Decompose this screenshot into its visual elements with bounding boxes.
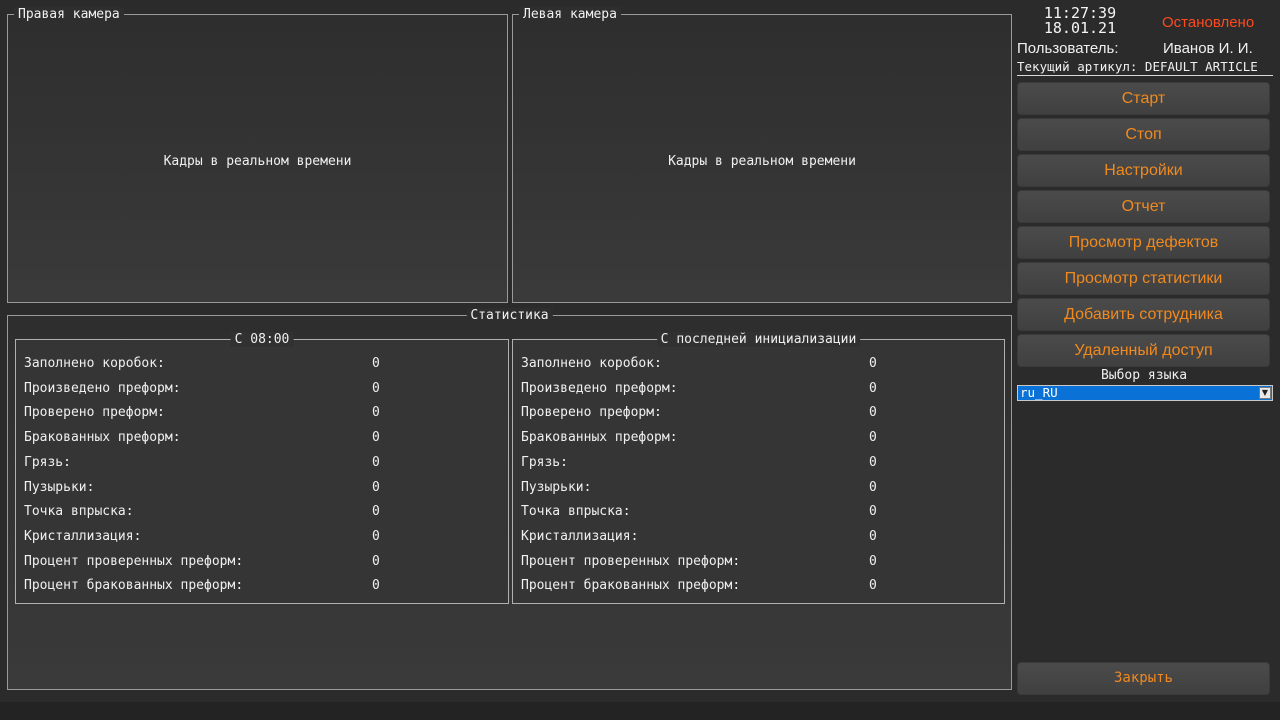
- remote-access-button[interactable]: Удаленный доступ: [1017, 334, 1270, 367]
- stat-row: Пузырьки: 0: [24, 478, 384, 498]
- settings-button[interactable]: Настройки: [1017, 154, 1270, 187]
- stat-label: Точка впрыска:: [521, 504, 631, 520]
- stat-value: 0: [372, 380, 380, 396]
- stat-label: Процент проверенных преформ:: [24, 553, 244, 569]
- left-camera-panel: Левая камера Кадры в реальном времени: [512, 7, 1012, 303]
- stat-value: 0: [372, 430, 380, 446]
- report-button[interactable]: Отчет: [1017, 190, 1270, 223]
- stat-value: 0: [869, 553, 877, 569]
- stat-value: 0: [372, 454, 380, 470]
- stat-value: 0: [372, 578, 380, 594]
- control-sidebar: 11:27:39 18.01.21 Остановлено Пользовате…: [1016, 0, 1274, 702]
- stat-label: Процент бракованных преформ:: [521, 578, 741, 594]
- stat-label: Грязь:: [24, 454, 71, 470]
- stat-row: Бракованных преформ: 0: [521, 428, 881, 448]
- start-button[interactable]: Старт: [1017, 82, 1270, 115]
- stat-row: Грязь: 0: [24, 453, 384, 473]
- stat-value: 0: [372, 479, 380, 495]
- view-defects-button[interactable]: Просмотр дефектов: [1017, 226, 1270, 259]
- clock: 11:27:39 18.01.21: [1042, 6, 1118, 36]
- user-label: Пользователь:: [1017, 40, 1119, 57]
- stat-value: 0: [869, 454, 877, 470]
- language-label: Выбор языка: [1100, 368, 1188, 383]
- stat-row: Проверено преформ: 0: [24, 403, 384, 423]
- user-name: Иванов И. И.: [1163, 40, 1253, 57]
- left-camera-title: Левая камера: [519, 7, 621, 22]
- stats-since-init-title: С последней инициализации: [656, 332, 861, 347]
- stat-label: Грязь:: [521, 454, 568, 470]
- stat-row: Произведено преформ: 0: [521, 379, 881, 399]
- stat-row: Бракованных преформ: 0: [24, 428, 384, 448]
- stat-row: Процент бракованных преформ: 0: [24, 576, 384, 596]
- stat-row: Проверено преформ: 0: [521, 403, 881, 423]
- stat-row: Кристаллизация: 0: [24, 527, 384, 547]
- left-camera-placeholder: Кадры в реальном времени: [668, 154, 856, 169]
- stat-value: 0: [869, 380, 877, 396]
- stat-row: Заполнено коробок: 0: [24, 354, 384, 374]
- stats-since-shift-title: С 08:00: [230, 332, 294, 347]
- stat-label: Точка впрыска:: [24, 504, 134, 520]
- statistics-title: Статистика: [466, 308, 553, 323]
- add-employee-button[interactable]: Добавить сотрудника: [1017, 298, 1270, 331]
- stat-value: 0: [372, 405, 380, 421]
- right-camera-title: Правая камера: [14, 7, 124, 22]
- stat-label: Бракованных преформ:: [24, 430, 181, 446]
- clock-date: 18.01.21: [1043, 19, 1117, 37]
- stat-label: Пузырьки:: [24, 479, 95, 495]
- stat-row: Процент бракованных преформ: 0: [521, 576, 881, 596]
- stat-value: 0: [372, 528, 380, 544]
- statistics-panel: Статистика С 08:00 Заполнено коробок: 0 П…: [7, 308, 1012, 690]
- right-camera-placeholder: Кадры в реальном времени: [163, 154, 352, 169]
- stat-value: 0: [372, 504, 380, 520]
- stat-row: Пузырьки: 0: [521, 478, 881, 498]
- stat-label: Бракованных преформ:: [521, 430, 678, 446]
- stat-label: Произведено преформ:: [24, 380, 181, 396]
- stat-value: 0: [869, 430, 877, 446]
- stat-row: Произведено преформ: 0: [24, 379, 384, 399]
- stat-row: Точка впрыска: 0: [521, 502, 881, 522]
- stat-row: Заполнено коробок: 0: [521, 354, 881, 374]
- stat-value: 0: [372, 553, 380, 569]
- stat-value: 0: [869, 356, 877, 371]
- stats-since-init-panel: С последней инициализации Заполнено коро…: [512, 332, 1005, 604]
- stat-row: Грязь: 0: [521, 453, 881, 473]
- stat-label: Произведено преформ:: [521, 380, 678, 396]
- right-camera-panel: Правая камера Кадры в реальном времени: [7, 7, 508, 303]
- stat-row: Точка впрыска: 0: [24, 502, 384, 522]
- stat-row: Процент проверенных преформ: 0: [24, 552, 384, 572]
- stat-value: 0: [869, 504, 877, 520]
- stat-row: Процент проверенных преформ: 0: [521, 552, 881, 572]
- stat-value: 0: [869, 479, 877, 495]
- stat-label: Заполнено коробок:: [521, 356, 662, 371]
- language-select[interactable]: ru_RU ▼: [1017, 385, 1273, 401]
- stats-since-shift-panel: С 08:00 Заполнено коробок: 0 Произведено …: [15, 332, 509, 604]
- stat-label: Проверено преформ:: [521, 405, 662, 421]
- language-select-value: ru_RU: [1020, 385, 1058, 400]
- stat-value: 0: [869, 405, 877, 421]
- view-statistics-button[interactable]: Просмотр статистики: [1017, 262, 1270, 295]
- status-indicator: Остановлено: [1162, 14, 1255, 31]
- stat-label: Пузырьки:: [521, 479, 592, 495]
- chevron-down-icon[interactable]: ▼: [1259, 387, 1271, 399]
- stat-value: 0: [372, 356, 380, 371]
- close-button[interactable]: Закрыть: [1017, 662, 1270, 695]
- stat-label: Кристаллизация:: [521, 528, 639, 544]
- bottom-strip: [0, 702, 1280, 720]
- stat-value: 0: [869, 578, 877, 594]
- current-article: Текущий артикул: DEFAULT ARTICLE: [1017, 59, 1273, 76]
- stat-label: Проверено преформ:: [24, 405, 165, 421]
- stat-label: Процент проверенных преформ:: [521, 553, 741, 569]
- stop-button[interactable]: Стоп: [1017, 118, 1270, 151]
- stat-value: 0: [869, 528, 877, 544]
- stat-label: Процент бракованных преформ:: [24, 578, 244, 594]
- stat-row: Кристаллизация: 0: [521, 527, 881, 547]
- stat-label: Кристаллизация:: [24, 528, 142, 544]
- stat-label: Заполнено коробок:: [24, 356, 165, 371]
